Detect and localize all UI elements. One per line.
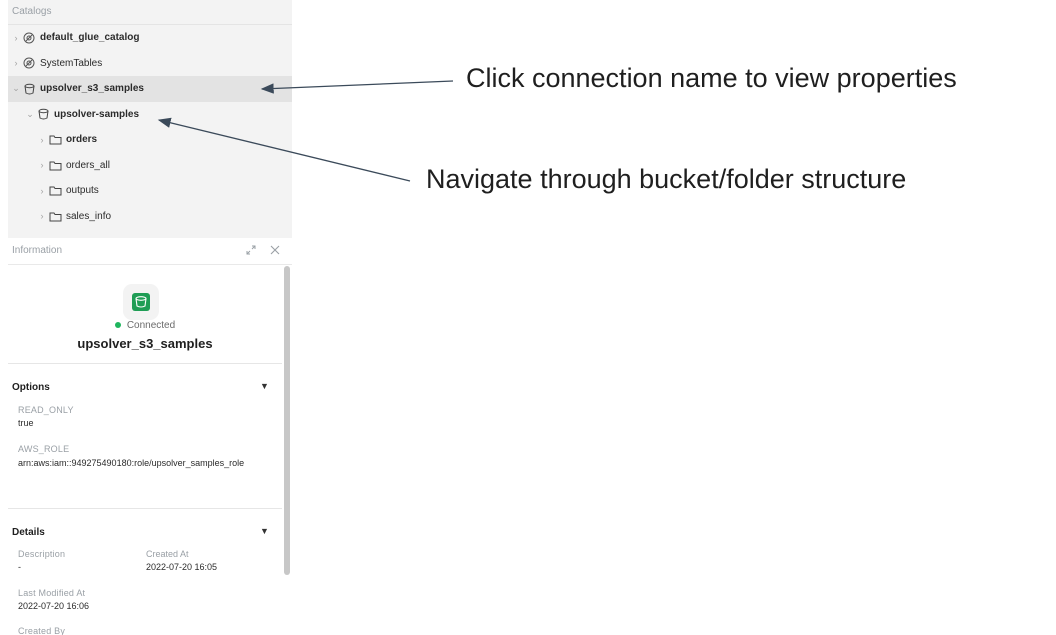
divider [8,508,282,509]
folder-icon [48,209,62,223]
tree-item-label: orders [66,134,98,146]
tree-item-label: sales_info [66,210,112,222]
chevron-right-icon[interactable]: › [36,186,48,196]
status-text: Connected [126,320,176,331]
tree-item-label: orders_all [66,159,110,171]
status-dot [114,322,121,329]
aws-role-value: arn:aws:iam::949275490180:role/upsolver_… [18,458,245,468]
created-at-label: Created At [146,549,189,559]
details-collapse-icon[interactable]: ▼ [260,526,269,536]
tree-item-upsolver-samples[interactable]: ⌄ upsolver-samples [8,102,292,128]
details-title: Details [12,527,45,538]
catalog-tree: Catalogs › default_glue_catalog › System… [8,0,292,238]
folder-icon [48,133,62,147]
folder-icon [48,184,62,198]
chevron-right-icon[interactable]: › [36,211,48,221]
created-at-value: 2022-07-20 16:05 [146,562,218,572]
read-only-label: READ_ONLY [18,405,74,415]
options-collapse-icon[interactable]: ▼ [260,381,269,391]
information-body: Connected upsolver_s3_samples Options ▼ … [8,264,282,635]
close-icon[interactable] [268,243,282,257]
tree-item-systemtables[interactable]: › SystemTables [8,51,292,77]
description-label: Description [18,549,66,559]
options-title: Options [12,382,50,393]
tree-item-label: default_glue_catalog [40,32,140,44]
s3-bucket-logo [123,284,159,320]
description-value: - [18,562,21,572]
tree-item-label: upsolver-samples [54,108,140,120]
information-header: Information [8,238,292,265]
chevron-down-icon[interactable]: ⌄ [24,109,36,120]
tree-item-label: SystemTables [40,57,103,69]
tree-item-label: upsolver_s3_samples [40,83,144,95]
information-title: Information [12,245,63,256]
folder-icon [48,158,62,172]
last-modified-value: 2022-07-20 16:06 [18,601,90,611]
tree-item-outputs[interactable]: › outputs [8,178,292,204]
chevron-down-icon[interactable]: ⌄ [10,83,22,94]
chevron-right-icon[interactable]: › [36,160,48,170]
chevron-right-icon[interactable]: › [10,58,22,68]
aws-role-label: AWS_ROLE [18,444,70,454]
catalogs-header: Catalogs [8,0,292,25]
chevron-right-icon[interactable]: › [36,135,48,145]
information-actions [244,243,282,257]
last-modified-label: Last Modified At [18,588,86,598]
bucket-icon [22,82,36,96]
bucket-icon [36,107,50,121]
tree-item-orders-all[interactable]: › orders_all [8,153,292,179]
left-panel: Catalogs › default_glue_catalog › System… [0,0,292,635]
callout-navigate: Navigate through bucket/folder structure [426,164,907,194]
callout-connection: Click connection name to view properties [466,63,957,93]
tree-item-orders[interactable]: › orders [8,127,292,153]
tree-item-upsolver-s3-samples[interactable]: ⌄ upsolver_s3_samples [8,76,292,102]
created-by-label: Created By [18,626,66,635]
expand-icon[interactable] [244,243,258,257]
connection-name: upsolver_s3_samples [77,336,213,351]
tree-item-sales-info[interactable]: › sales_info [8,204,292,230]
read-only-value: true [18,418,34,428]
catalog-icon [22,56,36,70]
divider [8,363,282,364]
information-panel: Information Connected upsolver_s3_sample… [0,238,292,635]
tree-item-label: outputs [66,185,99,197]
chevron-right-icon[interactable]: › [10,33,22,43]
tree-item-default-glue-catalog[interactable]: › default_glue_catalog [8,25,292,51]
catalog-icon [22,31,36,45]
scrollbar[interactable] [284,266,290,575]
connection-status: Connected [8,320,282,331]
